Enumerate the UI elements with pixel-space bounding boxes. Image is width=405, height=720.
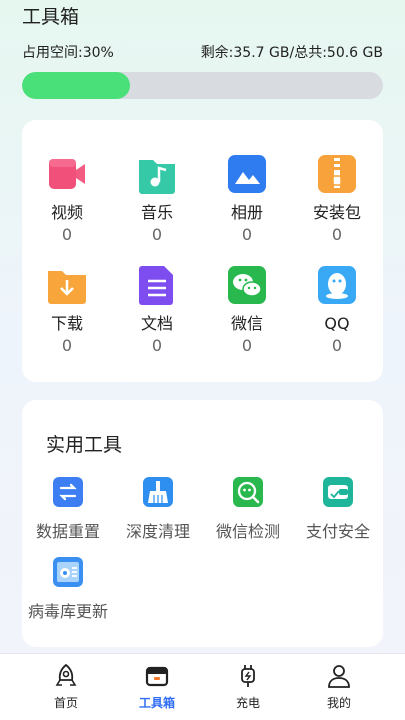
nav-label: 我的 (326, 696, 351, 710)
tool-deep-clean[interactable]: 深度清理 (112, 476, 204, 542)
storage-used-label: 占用空间:30% (22, 45, 114, 61)
nav-toolbox[interactable]: 工具箱 (117, 662, 197, 711)
storage-summary: 剩余:35.7 GB/总共:50.6 GB (200, 45, 383, 61)
tool-data-reset[interactable]: 数据重置 (22, 476, 114, 542)
nav-label: 工具箱 (138, 696, 175, 710)
video-icon (45, 152, 89, 196)
music-file-icon (135, 152, 179, 196)
category-count: 0 (151, 336, 163, 355)
category-label: 视频 (50, 203, 83, 222)
tools-card: 实用工具 数据重置 深度清理 微信检测 支付安全 病毒库更新 (22, 400, 383, 647)
bottom-nav: 首页 工具箱 充电 我的 (0, 653, 405, 720)
tool-label: 深度清理 (125, 522, 190, 541)
tool-label: 数据重置 (35, 522, 100, 541)
category-label: QQ (324, 314, 350, 333)
category-count: 0 (331, 225, 343, 244)
charger-icon (234, 662, 262, 690)
package-icon (315, 152, 359, 196)
category-count: 0 (151, 225, 163, 244)
category-label: 音乐 (140, 203, 173, 222)
tool-wechat-check[interactable]: 微信检测 (202, 476, 294, 542)
user-icon (325, 662, 353, 690)
nav-home[interactable]: 首页 (26, 662, 106, 711)
category-label: 安装包 (312, 203, 361, 222)
nav-label: 首页 (53, 696, 78, 710)
category-album[interactable]: 相册 0 (202, 152, 292, 246)
qq-icon (315, 263, 359, 307)
storage-progress-fill (22, 72, 131, 99)
tool-virus-db-update[interactable]: 病毒库更新 (22, 556, 114, 622)
category-label: 相册 (230, 203, 263, 222)
category-download[interactable]: 下载 0 (22, 263, 112, 357)
broom-icon (142, 476, 174, 508)
tool-payment-safety[interactable]: 支付安全 (292, 476, 384, 542)
download-folder-icon (45, 263, 89, 307)
tool-label: 支付安全 (305, 522, 370, 541)
nav-charge[interactable]: 充电 (208, 662, 288, 711)
nav-label: 充电 (235, 696, 260, 710)
category-document[interactable]: 文档 0 (112, 263, 202, 357)
page-title: 工具箱 (22, 6, 80, 28)
tools-section-title: 实用工具 (46, 434, 123, 456)
category-count: 0 (241, 336, 253, 355)
category-video[interactable]: 视频 0 (22, 152, 112, 246)
wechat-scan-icon (232, 476, 264, 508)
nav-mine[interactable]: 我的 (299, 662, 379, 711)
file-categories-card: 视频 0 音乐 0 相册 0 安装包 0 下载 0 文档 0 微信 0 QQ 0 (22, 120, 383, 382)
storage-progress-bar (22, 72, 383, 99)
payment-shield-icon (322, 476, 354, 508)
category-label: 文档 (140, 314, 173, 333)
category-count: 0 (61, 225, 73, 244)
toolbox-icon (143, 662, 171, 690)
photo-album-icon (225, 152, 269, 196)
category-package[interactable]: 安装包 0 (292, 152, 382, 246)
document-icon (135, 263, 179, 307)
category-label: 微信 (230, 314, 263, 333)
category-music[interactable]: 音乐 0 (112, 152, 202, 246)
virus-db-update-icon (52, 556, 84, 588)
category-count: 0 (241, 225, 253, 244)
tool-label: 病毒库更新 (27, 602, 108, 621)
tool-label: 微信检测 (215, 522, 280, 541)
data-reset-icon (52, 476, 84, 508)
category-qq[interactable]: QQ 0 (292, 263, 382, 357)
rocket-icon (52, 662, 80, 690)
wechat-icon (225, 263, 269, 307)
category-wechat[interactable]: 微信 0 (202, 263, 292, 357)
category-count: 0 (61, 336, 73, 355)
category-label: 下载 (50, 314, 83, 333)
category-count: 0 (331, 336, 343, 355)
